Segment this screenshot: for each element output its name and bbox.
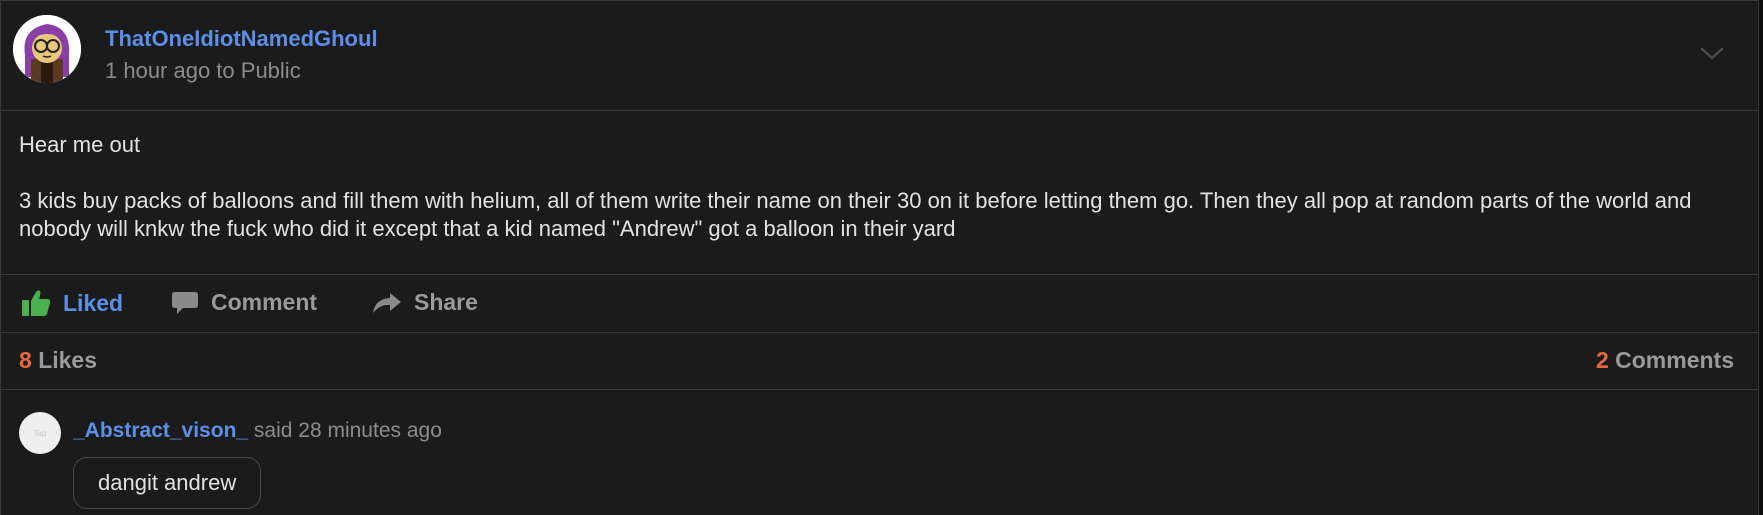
comment-timestamp: said 28 minutes ago <box>253 419 442 442</box>
post-actions-bar: Liked Comment Share <box>1 274 1758 333</box>
post-card: ThatOneIdiotNamedGhoul 1 hour ago to Pub… <box>0 0 1759 515</box>
likes-count: 8 <box>19 347 32 373</box>
comments-label: Comments <box>1615 347 1734 373</box>
author-name-link[interactable]: ThatOneIdiotNamedGhoul <box>105 26 378 52</box>
speech-bubble-icon <box>171 290 199 316</box>
likes-label: Likes <box>38 347 98 373</box>
share-arrow-icon <box>372 291 402 315</box>
author-avatar[interactable] <box>13 15 81 83</box>
post-timestamp: 1 hour ago to Public <box>105 58 301 83</box>
liked-button[interactable]: Liked <box>21 289 123 317</box>
comment-label: Comment <box>211 289 318 315</box>
post-stats-bar: 8 Likes 2 Comments <box>1 332 1758 390</box>
comment-button[interactable]: Comment <box>171 289 317 316</box>
comment-text-bubble: dangit andrew <box>73 457 262 509</box>
comments-count: 2 <box>1595 347 1609 373</box>
comment-header: _Abstract_vison_ said 28 minutes ago <box>73 419 442 443</box>
thumbs-up-icon <box>21 289 51 317</box>
avatar-image <box>13 15 81 83</box>
liked-label: Liked <box>63 289 124 316</box>
post-text-line: Hear me out <box>19 132 141 157</box>
post-body: Hear me out 3 kids buy packs of balloons… <box>19 131 1739 243</box>
likes-count-link[interactable]: 8 Likes <box>19 347 97 374</box>
scrollbar-track[interactable] <box>1759 0 1763 515</box>
commenter-avatar-text: Tap <box>33 428 47 438</box>
chevron-down-icon[interactable] <box>1700 47 1724 61</box>
comments-count-link[interactable]: 2 Comments <box>1596 347 1734 374</box>
commenter-avatar[interactable]: Tap <box>19 412 61 454</box>
share-button[interactable]: Share <box>372 289 478 316</box>
post-header: ThatOneIdiotNamedGhoul 1 hour ago to Pub… <box>1 1 1758 111</box>
share-label: Share <box>414 289 478 315</box>
post-text-paragraph: 3 kids buy packs of balloons and fill th… <box>19 188 1692 241</box>
commenter-name-link[interactable]: _Abstract_vison_ <box>73 419 248 442</box>
